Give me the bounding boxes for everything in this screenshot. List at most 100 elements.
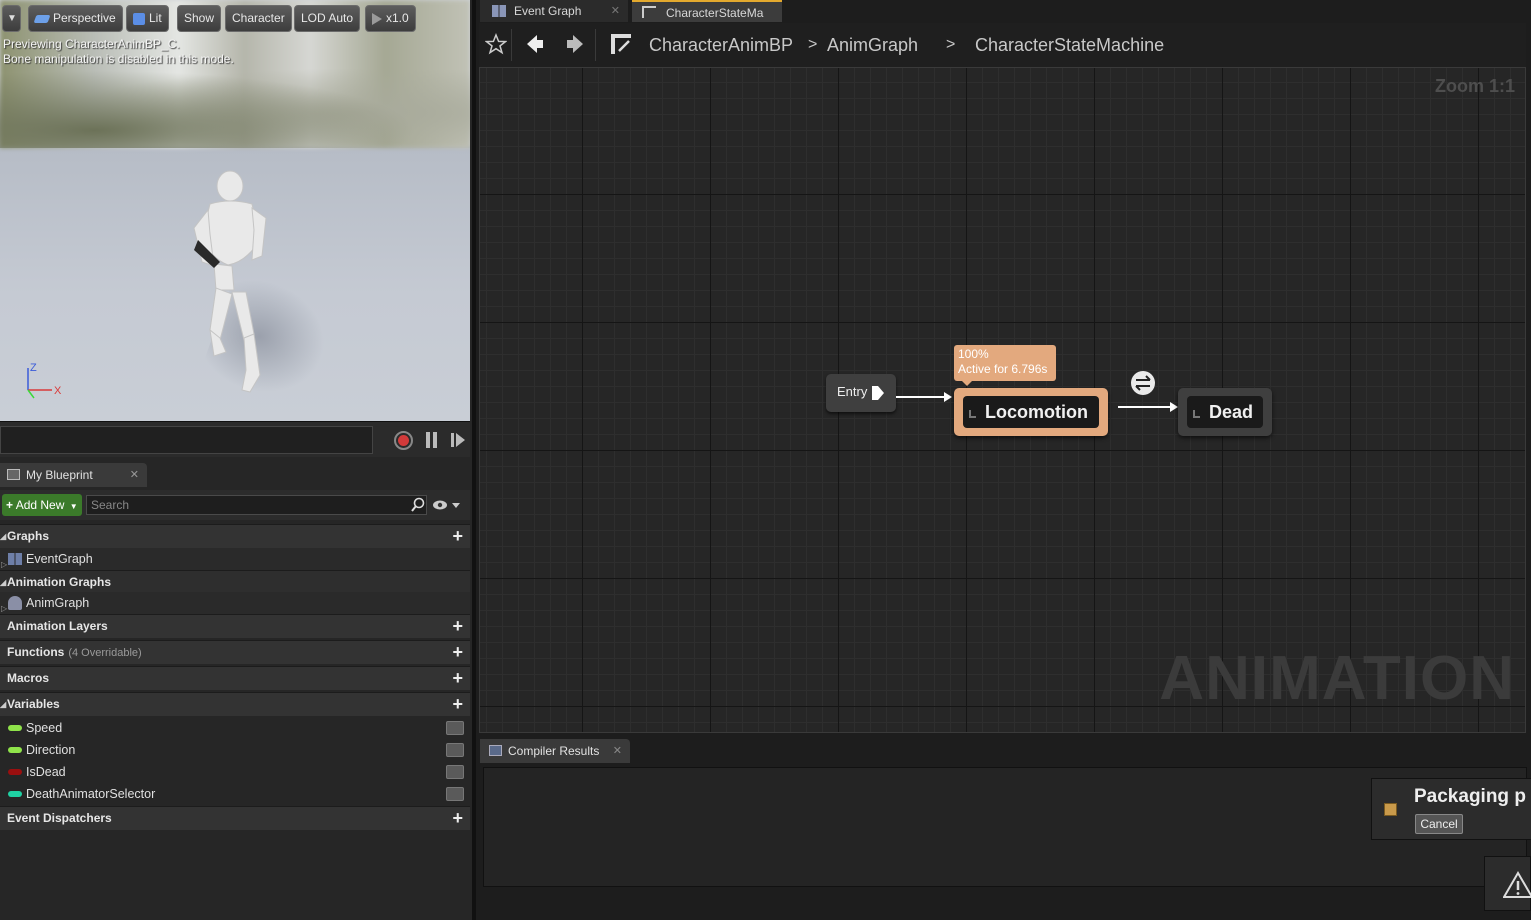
list-item-animgraph[interactable]: ▷ AnimGraph: [0, 592, 470, 614]
step-forward-button[interactable]: [451, 432, 467, 449]
state-machine-graph-canvas[interactable]: Zoom 1:1 ANIMATION Entry 100% Active for…: [479, 67, 1526, 733]
visibility-toggle-icon[interactable]: [446, 765, 464, 779]
search-icon: [411, 497, 425, 512]
show-button[interactable]: Show: [177, 5, 222, 32]
state-node-dead[interactable]: Dead: [1178, 388, 1272, 436]
active-state-tooltip: 100% Active for 6.796s: [954, 345, 1056, 386]
chevron-down-icon: ▼: [69, 502, 78, 511]
breadcrumb-state-machine[interactable]: CharacterStateMachine: [975, 23, 1164, 67]
variable-name: DeathAnimatorSelector: [26, 787, 156, 801]
transition-rule-icon[interactable]: [1130, 370, 1156, 396]
collapse-arrow-icon: ◢: [0, 532, 7, 541]
cancel-button[interactable]: Cancel: [1415, 814, 1463, 834]
lit-button[interactable]: Lit: [126, 5, 169, 32]
breadcrumb-root[interactable]: CharacterAnimBP: [649, 23, 793, 67]
axis-gizmo: Z X: [27, 362, 62, 399]
entry-node[interactable]: Entry: [826, 374, 896, 412]
variable-item[interactable]: Direction: [0, 739, 470, 761]
state-machine-icon: [642, 6, 656, 18]
event-graph-icon: [492, 5, 506, 17]
add-new-button[interactable]: + Add New ▼: [2, 494, 82, 516]
record-button[interactable]: [394, 431, 413, 450]
close-icon[interactable]: ✕: [613, 739, 622, 763]
add-function-icon[interactable]: +: [452, 641, 463, 663]
event-dispatchers-heading: Event Dispatchers: [7, 811, 112, 825]
plus-icon: +: [6, 498, 14, 512]
section-event-dispatchers[interactable]: Event Dispatchers +: [0, 806, 470, 830]
variable-item[interactable]: IsDead: [0, 761, 470, 783]
active-duration: Active for 6.796s: [958, 362, 1048, 376]
search-input[interactable]: Search: [86, 495, 427, 515]
playback-speed-button[interactable]: x1.0: [365, 5, 416, 32]
viewport-options-button[interactable]: ▼: [2, 5, 21, 32]
visibility-toggle-icon[interactable]: [446, 721, 464, 735]
compiler-icon: [489, 745, 502, 756]
state-machine-tab-label: CharacterStateMa: [666, 6, 764, 20]
breadcrumb-separator-2: >: [946, 36, 956, 53]
section-graphs[interactable]: ◢ Graphs +: [0, 524, 470, 548]
section-animation-graphs[interactable]: ◢ Animation Graphs: [0, 570, 470, 594]
package-icon: [1384, 803, 1397, 816]
graphs-heading: Graphs: [7, 529, 50, 543]
mannequin-character: [193, 170, 267, 393]
pause-button[interactable]: [425, 432, 439, 449]
variable-type-pill-icon: [8, 791, 22, 797]
preview-viewport[interactable]: Z X ▼ Perspective Lit Show Character LOD…: [0, 0, 470, 421]
active-weight: 100%: [958, 347, 989, 361]
background-scenery-shade: [0, 60, 470, 148]
packaging-title: Packaging p: [1414, 786, 1526, 807]
tab-state-machine[interactable]: CharacterStateMa: [632, 0, 782, 22]
preview-message: Previewing CharacterAnimBP_C.: [3, 37, 180, 51]
section-animation-layers[interactable]: Animation Layers +: [0, 614, 470, 638]
transition-arrow: [1118, 402, 1178, 412]
list-item-eventgraph[interactable]: ▷ EventGraph: [0, 548, 470, 570]
animgraph-label: AnimGraph: [26, 596, 90, 610]
close-icon[interactable]: ✕: [611, 0, 620, 22]
anim-graph-icon: [8, 596, 22, 610]
event-graph-icon: [8, 553, 22, 565]
tab-my-blueprint[interactable]: My Blueprint ✕: [0, 463, 147, 487]
visibility-toggle-icon[interactable]: [446, 743, 464, 757]
locomotion-label: Locomotion: [985, 402, 1088, 422]
section-macros[interactable]: Macros +: [0, 666, 470, 690]
character-button[interactable]: Character: [225, 5, 292, 32]
variable-item[interactable]: Speed: [0, 717, 470, 739]
warning-notification: [1484, 856, 1531, 911]
close-icon[interactable]: ✕: [130, 463, 139, 487]
add-new-label: Add New: [15, 498, 65, 512]
graph-navigation-bar: CharacterAnimBP > AnimGraph > CharacterS…: [479, 23, 1526, 67]
state-icon: [1193, 410, 1200, 418]
lit-sphere-icon: [133, 12, 145, 25]
add-variable-icon[interactable]: +: [452, 693, 463, 715]
lod-button[interactable]: LOD Auto: [294, 5, 361, 32]
breadcrumb-animgraph[interactable]: AnimGraph: [827, 23, 918, 67]
exec-pin-icon[interactable]: [871, 385, 885, 401]
add-macro-icon[interactable]: +: [452, 667, 463, 689]
tab-compiler-results[interactable]: Compiler Results ✕: [480, 739, 630, 763]
view-options-button[interactable]: [432, 499, 464, 513]
section-variables[interactable]: ◢ Variables +: [0, 692, 470, 716]
state-node-locomotion[interactable]: Locomotion: [954, 388, 1108, 436]
add-dispatcher-icon[interactable]: +: [452, 807, 463, 829]
locomotion-state-body: Locomotion: [963, 396, 1099, 428]
graph-watermark: ANIMATION: [1159, 644, 1515, 713]
collapse-arrow-icon: ◢: [0, 578, 7, 587]
variable-name: IsDead: [26, 765, 66, 779]
star-icon[interactable]: [485, 33, 507, 55]
variable-type-pill-icon: [8, 725, 22, 731]
perspective-button[interactable]: Perspective: [28, 5, 123, 32]
state-machine-breadcrumb-icon: [611, 34, 631, 54]
animation-controls: [0, 421, 470, 457]
left-panel: Z X ▼ Perspective Lit Show Character LOD…: [0, 0, 472, 920]
animation-scrub-bar[interactable]: [0, 426, 373, 454]
section-functions[interactable]: Functions (4 Overridable) +: [0, 640, 470, 664]
add-graph-icon[interactable]: +: [452, 525, 463, 547]
forward-arrow-icon[interactable]: [565, 33, 585, 55]
add-layer-icon[interactable]: +: [452, 615, 463, 637]
back-arrow-icon[interactable]: [525, 33, 545, 55]
visibility-toggle-icon[interactable]: [446, 787, 464, 801]
axis-x-label: X: [54, 385, 62, 397]
tab-event-graph[interactable]: Event Graph ✕: [480, 0, 628, 22]
perspective-icon: [33, 14, 51, 23]
variable-item[interactable]: DeathAnimatorSelector: [0, 783, 470, 805]
